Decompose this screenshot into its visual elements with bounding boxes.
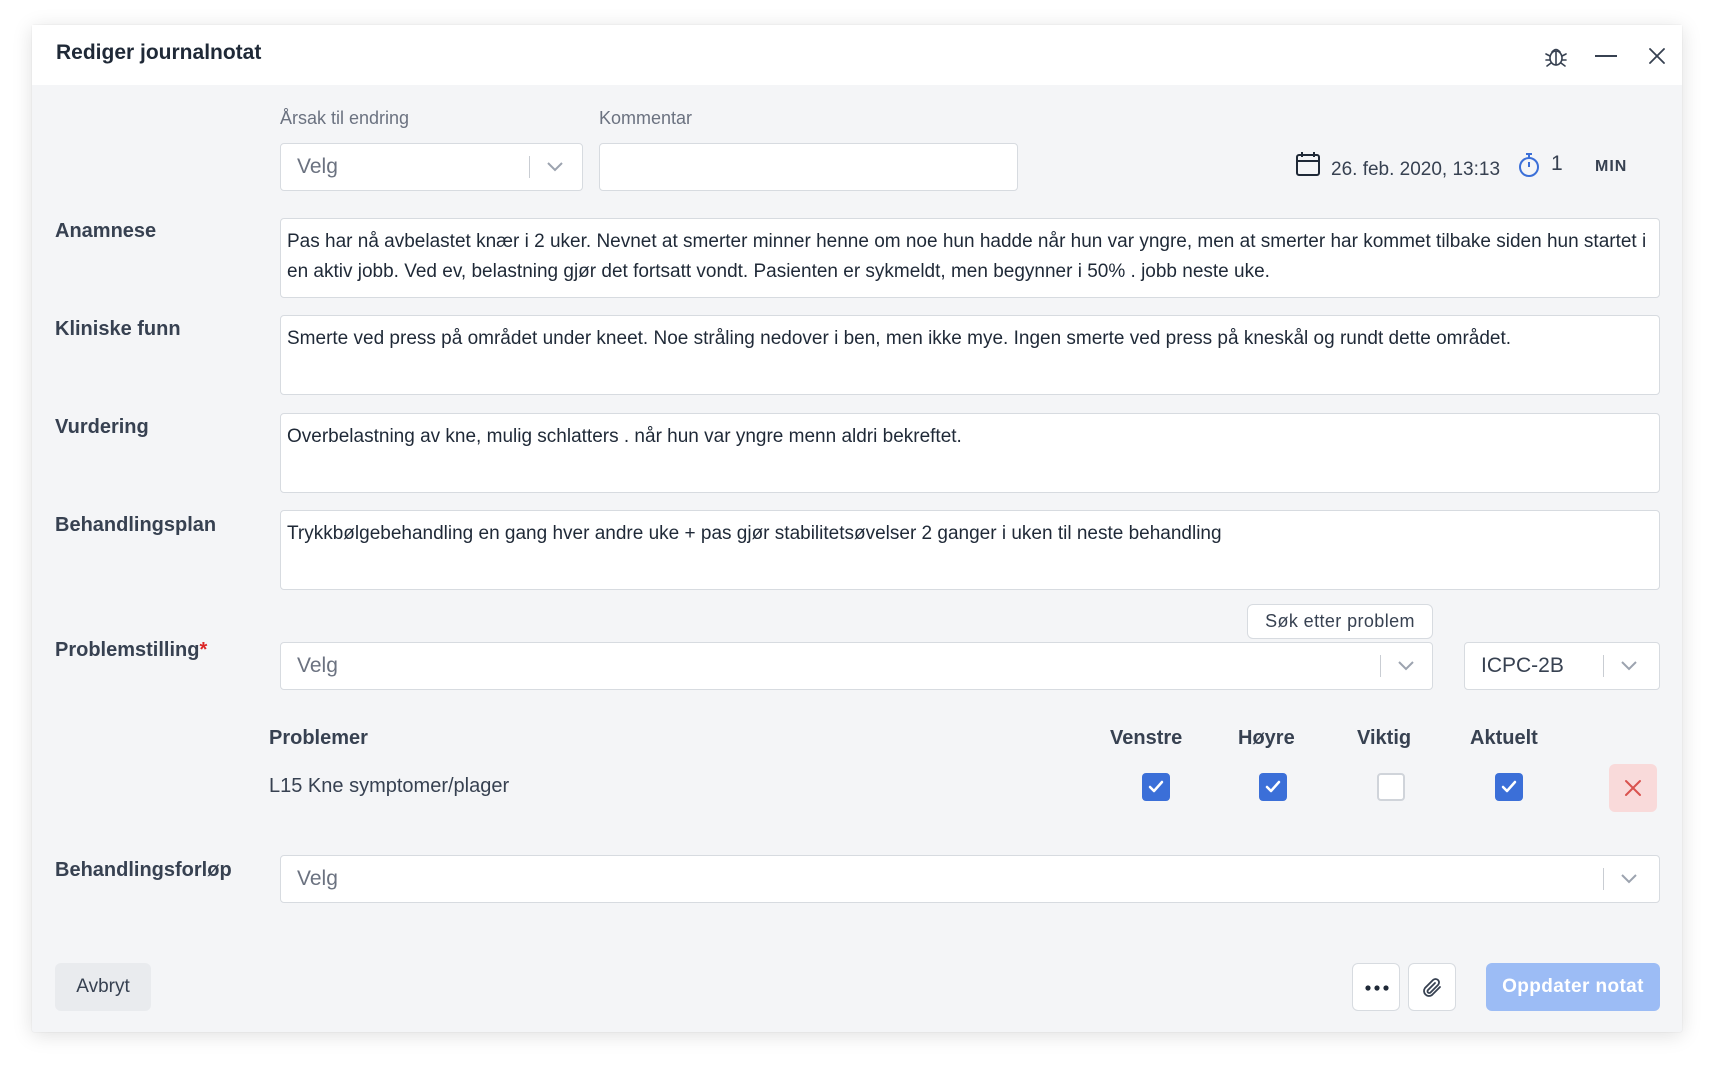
problems-header: Problemer xyxy=(269,727,368,749)
chevron-down-icon xyxy=(1398,661,1414,671)
select-separator xyxy=(1603,655,1604,677)
chevron-down-icon xyxy=(1621,661,1637,671)
problem-select[interactable]: Velg xyxy=(280,642,1433,690)
right-header: Høyre xyxy=(1238,727,1295,749)
reason-select[interactable]: Velg xyxy=(280,143,583,191)
minimize-icon[interactable] xyxy=(1592,42,1620,70)
select-separator xyxy=(1380,655,1381,677)
more-button[interactable] xyxy=(1352,963,1400,1011)
problem-label: Problemstilling* xyxy=(55,639,207,662)
important-checkbox[interactable] xyxy=(1377,773,1405,801)
bug-icon[interactable] xyxy=(1542,42,1570,70)
paperclip-icon xyxy=(1423,978,1441,997)
check-icon xyxy=(1265,780,1281,793)
duration-value[interactable]: 1 xyxy=(1551,152,1563,176)
course-placeholder: Velg xyxy=(297,867,338,890)
course-label: Behandlingsforløp xyxy=(55,859,232,881)
comment-input[interactable] xyxy=(599,143,1018,191)
dialog-header: Rediger journalnotat xyxy=(32,25,1682,85)
edit-note-dialog: Rediger journalnotat Årsak til endring V… xyxy=(32,25,1682,1032)
vurdering-label: Vurdering xyxy=(55,416,149,438)
update-note-button[interactable]: Oppdater notat xyxy=(1486,963,1660,1011)
behandlingsplan-textarea[interactable]: Trykkbølgebehandling en gang hver andre … xyxy=(280,510,1660,590)
important-header: Viktig xyxy=(1357,727,1412,749)
current-header: Aktuelt xyxy=(1470,727,1538,749)
note-datetime[interactable]: 26. feb. 2020, 13:13 xyxy=(1331,159,1500,181)
stopwatch-icon xyxy=(1517,151,1541,184)
kliniske-funn-textarea[interactable]: Smerte ved press på området under kneet.… xyxy=(280,315,1660,395)
problem-placeholder: Velg xyxy=(297,654,338,677)
code-system-value: ICPC-2B xyxy=(1481,654,1564,677)
vurdering-textarea[interactable]: Overbelastning av kne, mulig schlatters … xyxy=(280,413,1660,493)
duration-unit: MIN xyxy=(1595,158,1628,175)
close-icon[interactable] xyxy=(1643,42,1671,70)
kliniske-funn-label: Kliniske funn xyxy=(55,318,181,340)
attach-button[interactable] xyxy=(1408,963,1456,1011)
select-separator xyxy=(1603,868,1604,890)
select-separator xyxy=(529,156,530,178)
anamnese-textarea[interactable]: Pas har nå avbelastet knær i 2 uker. Nev… xyxy=(280,218,1660,298)
current-checkbox[interactable] xyxy=(1495,773,1523,801)
delete-problem-button[interactable] xyxy=(1609,764,1657,812)
check-icon xyxy=(1148,780,1164,793)
code-system-select[interactable]: ICPC-2B xyxy=(1464,642,1660,690)
anamnese-label: Anamnese xyxy=(55,220,157,242)
behandlingsplan-label: Behandlingsplan xyxy=(55,514,217,536)
required-mark: * xyxy=(199,639,208,661)
right-checkbox[interactable] xyxy=(1259,773,1287,801)
chevron-down-icon xyxy=(1621,874,1637,884)
calendar-icon[interactable] xyxy=(1295,151,1321,182)
cancel-button[interactable]: Avbryt xyxy=(55,963,151,1011)
left-checkbox[interactable] xyxy=(1142,773,1170,801)
problem-label-text: Problemstilling xyxy=(55,639,200,661)
course-select[interactable]: Velg xyxy=(280,855,1660,903)
left-header: Venstre xyxy=(1110,727,1183,749)
check-icon xyxy=(1501,780,1517,793)
close-icon xyxy=(1625,780,1641,796)
reason-placeholder: Velg xyxy=(297,155,338,178)
problem-row-name: L15 Kne symptomer/plager xyxy=(269,775,510,797)
search-problem-button[interactable]: Søk etter problem xyxy=(1247,604,1433,639)
comment-label: Kommentar xyxy=(599,108,693,128)
dialog-title: Rediger journalnotat xyxy=(56,41,262,64)
chevron-down-icon xyxy=(547,162,563,172)
reason-label: Årsak til endring xyxy=(280,108,410,128)
more-icon xyxy=(1365,985,1389,991)
